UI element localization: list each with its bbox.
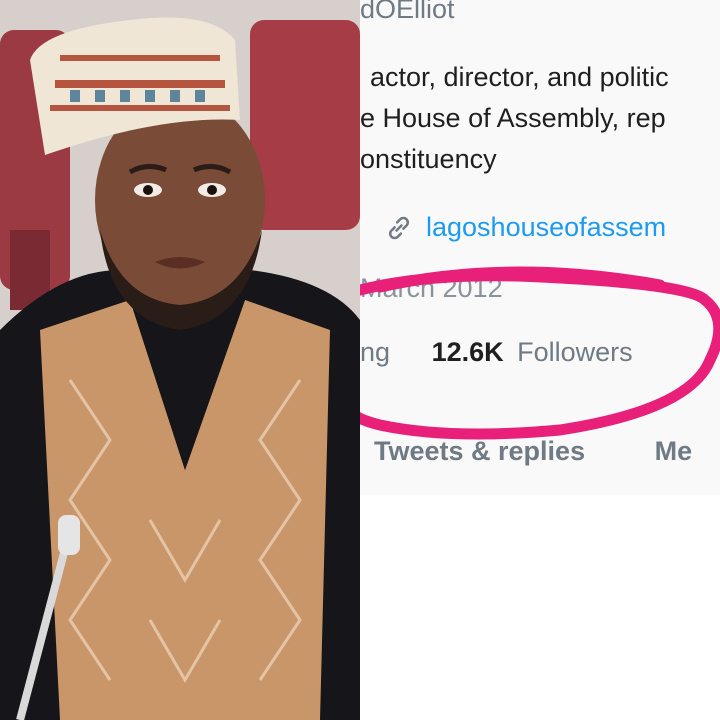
- followers-count[interactable]: 12.6K: [432, 337, 504, 367]
- tab-media[interactable]: Me: [655, 436, 693, 466]
- profile-tabs: Tweets & replies Me: [374, 436, 692, 467]
- link-icon: [388, 216, 410, 239]
- following-stat[interactable]: ng: [360, 337, 390, 367]
- bio-line: onstituency: [360, 144, 497, 174]
- profile-photo: [0, 0, 360, 720]
- tab-tweets-replies[interactable]: Tweets & replies: [374, 436, 585, 466]
- profile-handle: dOElliot: [360, 0, 455, 24]
- bio-line: e House of Assembly, rep: [360, 103, 666, 133]
- twitter-profile-crop: dOElliot actor, director, and politic e …: [360, 0, 720, 720]
- follow-stats: ng 12.6K Followers: [360, 337, 633, 368]
- joined-date: March 2012: [360, 273, 503, 303]
- profile-website-link[interactable]: lagoshouseofassem: [384, 212, 666, 243]
- followers-label[interactable]: Followers: [517, 337, 633, 367]
- website-url[interactable]: lagoshouseofassem: [426, 212, 666, 243]
- person-portrait-image: [0, 0, 360, 720]
- bio-line: actor, director, and politic: [370, 62, 669, 92]
